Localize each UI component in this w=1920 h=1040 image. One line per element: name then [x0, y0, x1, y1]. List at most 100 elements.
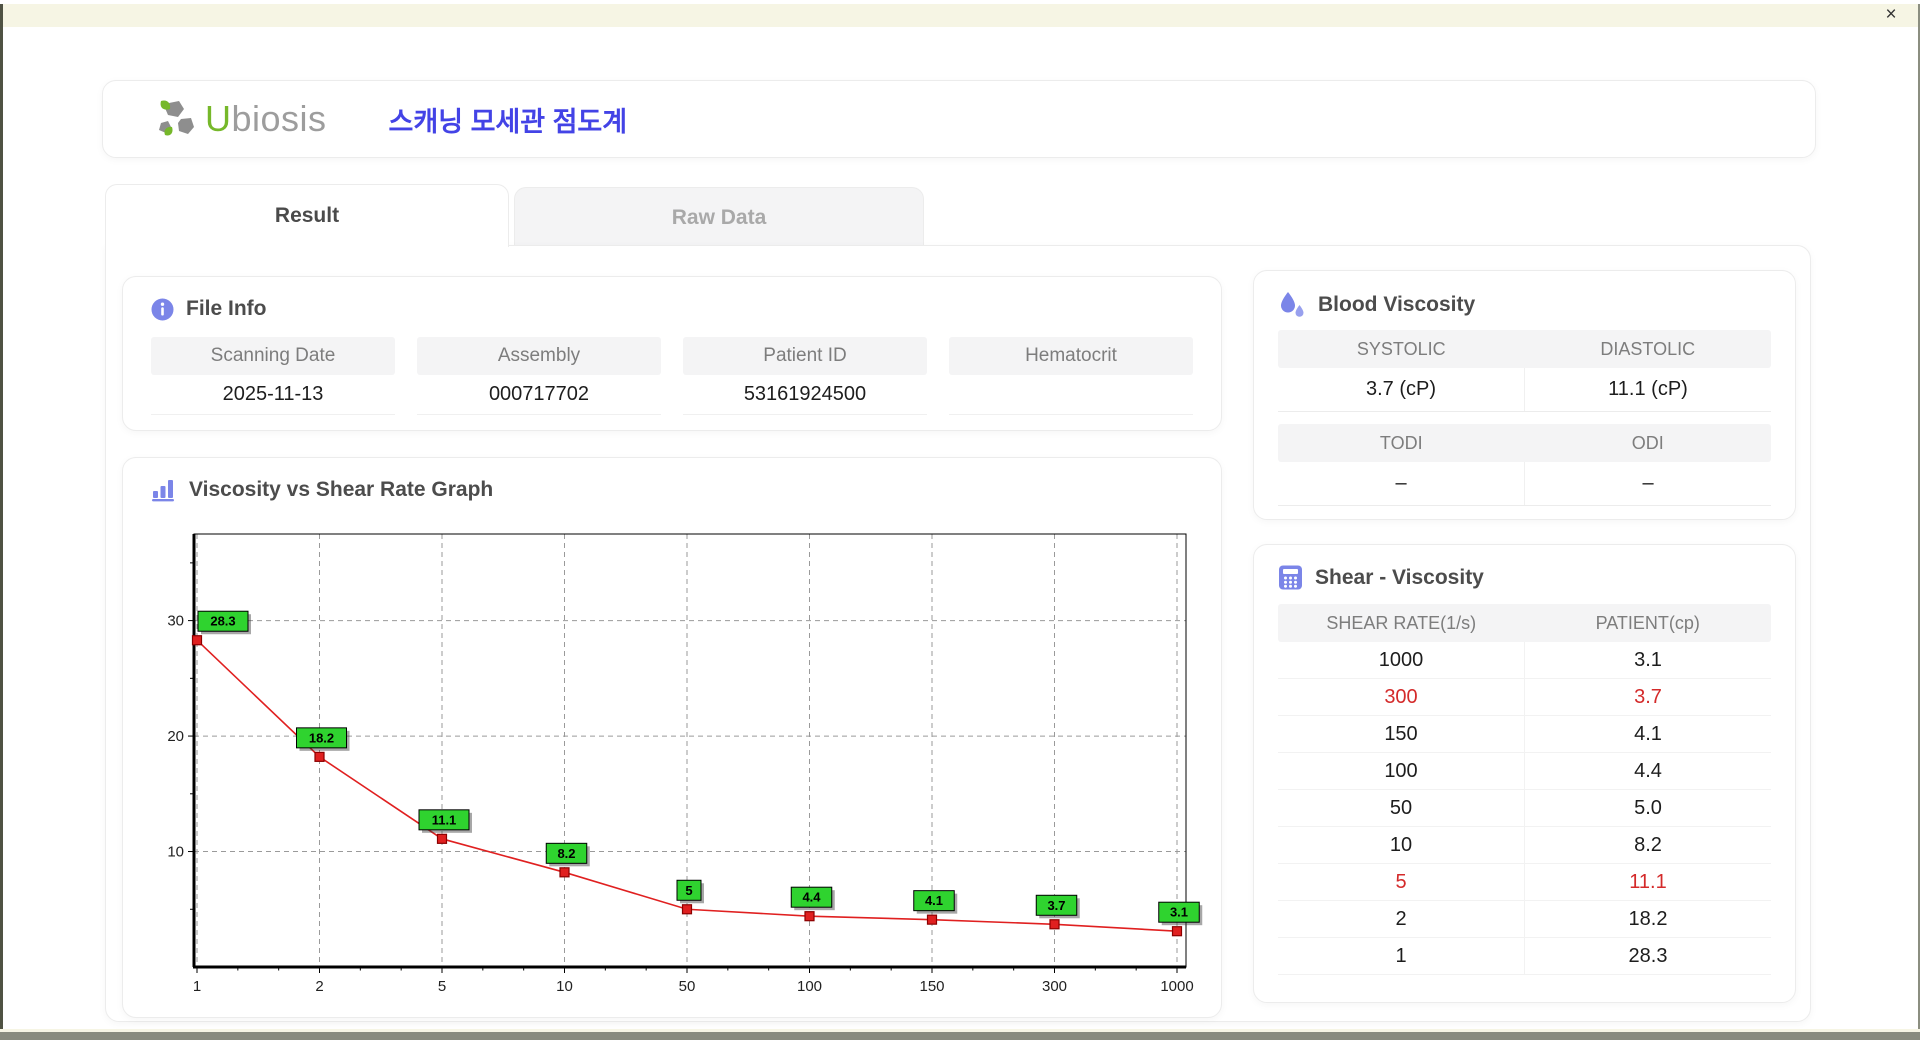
data-marker [926, 914, 938, 925]
bv-header-cell: SYSTOLIC [1356, 338, 1446, 359]
x-tick-label: 50 [679, 978, 696, 995]
info-icon [151, 298, 174, 320]
data-marker [1171, 926, 1183, 937]
file-info-field-label: Assembly [417, 337, 661, 375]
data-marker [314, 751, 325, 762]
bv-header-row: TODI ODI [1278, 424, 1771, 462]
x-tick-label: 150 [919, 978, 944, 995]
bv-header-cell: DIASTOLIC [1600, 338, 1696, 359]
table-row: 1000 3.1 [1278, 642, 1771, 679]
bv-value-cell: – [1278, 462, 1525, 505]
value-label-text: 3.1 [1170, 905, 1188, 920]
value-label-text: 28.3 [210, 614, 235, 629]
logo-text-rest: biosis [231, 98, 327, 139]
shear-viscosity-title: Shear - Viscosity [1315, 565, 1484, 589]
bv-value-row: 3.7 (cP) 11.1 (cP) [1278, 368, 1771, 412]
file-info-card: File Info Scanning Date 2025-11-13 Assembl… [122, 276, 1222, 431]
file-info-field: Hematocrit [949, 337, 1193, 415]
blood-viscosity-card: Blood Viscosity SYSTOLIC DIASTOLIC 3.7 (cP… [1253, 270, 1796, 520]
table-row: 2 18.2 [1278, 901, 1771, 938]
sv-shear-rate-cell: 100 [1278, 753, 1525, 789]
table-row: 100 4.4 [1278, 753, 1771, 790]
table-row: 300 3.7 [1278, 679, 1771, 716]
bv-value-cell: – [1642, 472, 1654, 494]
blood-viscosity-grid: SYSTOLIC DIASTOLIC 3.7 (cP) 11.1 (cP) TODI OD… [1278, 330, 1771, 506]
sv-shear-rate-cell: 50 [1278, 790, 1525, 826]
shear-viscosity-header: Shear - Viscosity [1278, 565, 1771, 590]
graph-title: Viscosity vs Shear Rate Graph [189, 478, 494, 501]
window-frame-bottom [0, 1032, 1920, 1040]
shear-viscosity-table: SHEAR RATE(1/s) PATIENT(cp) 1000 3.1 300 3.7 1… [1278, 604, 1771, 975]
value-label-text: 4.1 [925, 893, 943, 908]
data-marker [681, 904, 693, 915]
table-row: 150 4.1 [1278, 716, 1771, 753]
sv-patient-cell: 4.4 [1634, 759, 1662, 782]
file-info-field-label: Scanning Date [151, 337, 395, 375]
sv-shear-rate-cell: 10 [1278, 827, 1525, 863]
calculator-icon [1279, 565, 1302, 590]
sv-patient-cell: 28.3 [1628, 944, 1668, 967]
window-titlebar [3, 4, 1918, 27]
sv-patient-cell: 11.1 [1629, 870, 1667, 893]
blood-viscosity-header: Blood Viscosity [1278, 291, 1771, 318]
sv-shear-rate-cell: 300 [1278, 679, 1525, 715]
value-label-text: 18.2 [309, 730, 334, 745]
file-info-field: Scanning Date 2025-11-13 [151, 337, 395, 415]
table-row: 10 8.2 [1278, 827, 1771, 864]
y-tick-label: 20 [167, 728, 184, 745]
x-tick-label: 1000 [1160, 978, 1193, 995]
sv-header-cell: PATIENT(cp) [1595, 612, 1700, 633]
droplets-icon [1281, 292, 1304, 317]
sv-patient-cell: 4.1 [1634, 722, 1662, 745]
sv-header-row: SHEAR RATE(1/s) PATIENT(cp) [1278, 604, 1771, 642]
file-info-field-label: Hematocrit [949, 337, 1193, 375]
header-card: Ubiosis 스캐닝 모세관 점도계 [102, 80, 1816, 158]
x-tick-label: 2 [315, 978, 323, 995]
chart-box: 10 20 30 1 2 5 10 50 100 150 300 1000 28.3 18.2 11.1 8.… [141, 516, 1205, 1015]
file-info-field-label: Patient ID [683, 337, 927, 375]
tab-raw-data[interactable]: Raw Data [514, 187, 924, 247]
graph-header: Viscosity vs Shear Rate Graph [151, 478, 1193, 502]
logo-text-u: U [205, 98, 232, 139]
y-tick-label: 10 [167, 844, 184, 861]
file-info-fields: Scanning Date 2025-11-13 Assembly 000717702… [151, 337, 1193, 415]
file-info-field-value: 000717702 [417, 375, 661, 415]
x-tick-label: 300 [1042, 978, 1067, 995]
sv-shear-rate-cell: 2 [1278, 901, 1525, 937]
file-info-field: Patient ID 53161924500 [683, 337, 927, 415]
sv-shear-rate-cell: 1 [1278, 938, 1525, 974]
close-icon[interactable]: × [1878, 3, 1904, 27]
value-label-text: 4.4 [802, 890, 821, 905]
x-tick-label: 100 [797, 978, 822, 995]
viscosity-chart: 10 20 30 1 2 5 10 50 100 150 300 1000 28.3 18.2 11.1 8.… [167, 533, 1203, 995]
y-tick-label: 30 [167, 613, 184, 630]
value-label-text: 5 [685, 883, 692, 898]
file-info-header: File Info [151, 297, 1193, 321]
ubiosis-logo: Ubiosis [151, 97, 327, 141]
ubiosis-logo-mark [159, 100, 194, 136]
bv-header-cell: TODI [1379, 432, 1423, 453]
sv-patient-cell: 3.1 [1634, 648, 1662, 671]
data-marker [559, 867, 570, 878]
value-label-text: 11.1 [432, 812, 457, 827]
tab-result[interactable]: Result [105, 184, 509, 247]
data-marker [804, 911, 815, 922]
value-label-text: 3.7 [1047, 898, 1065, 913]
file-info-field-value: 53161924500 [683, 375, 927, 415]
file-info-title: File Info [186, 297, 267, 320]
sv-patient-cell: 5.0 [1634, 796, 1662, 819]
table-row: 50 5.0 [1278, 790, 1771, 827]
table-row: 1 28.3 [1278, 938, 1771, 975]
window-frame-left [0, 4, 3, 1040]
sv-patient-cell: 18.2 [1628, 907, 1668, 930]
bar-chart-icon [152, 480, 174, 502]
data-marker [1049, 919, 1060, 930]
bv-header-row: SYSTOLIC DIASTOLIC [1278, 330, 1771, 368]
bv-header-cell: ODI [1631, 432, 1664, 453]
sv-shear-rate-cell: 1000 [1278, 642, 1525, 678]
bv-value-row: – – [1278, 462, 1771, 506]
x-tick-label: 10 [556, 978, 573, 995]
value-label-text: 8.2 [557, 846, 575, 861]
sv-header-cell: SHEAR RATE(1/s) [1326, 612, 1477, 633]
sv-shear-rate-cell: 5 [1278, 864, 1525, 900]
